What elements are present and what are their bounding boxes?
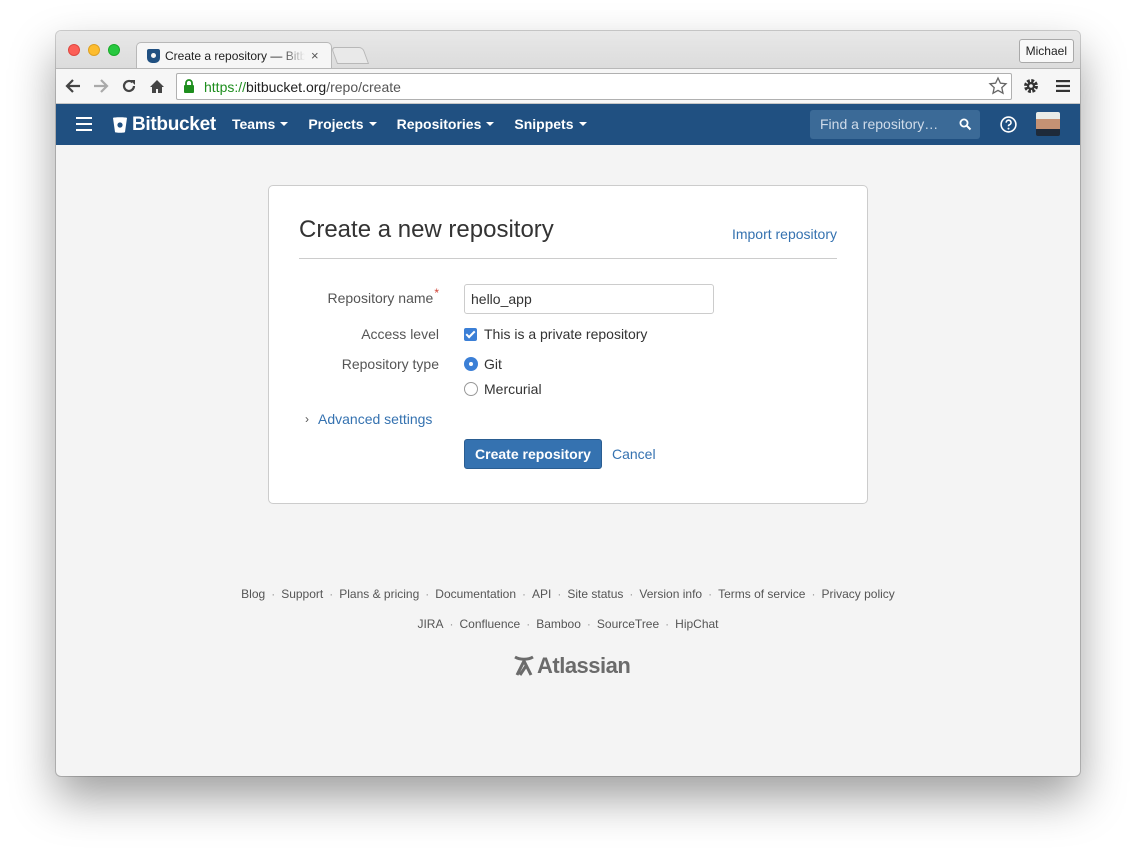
git-radio[interactable] <box>464 357 478 371</box>
repository-name-label: Repository name* <box>327 286 440 306</box>
tab-title: Create a repository — Bitbucket <box>165 48 305 63</box>
main-nav: Teams Projects Repositories Snippets <box>232 116 607 132</box>
nav-snippets[interactable]: Snippets <box>514 116 587 132</box>
private-repository-label[interactable]: This is a private repository <box>484 326 647 342</box>
address-bar[interactable]: https://bitbucket.org/repo/create <box>176 73 1012 100</box>
footer-links-row-2: JIRA · Confluence · Bamboo · SourceTree · HipCha… <box>417 617 719 631</box>
home-icon[interactable] <box>146 75 168 97</box>
nav-repositories[interactable]: Repositories <box>397 116 495 132</box>
browser-window: Create a repository — Bitbucket × Michae… <box>56 31 1080 776</box>
bitbucket-bucket-icon <box>113 117 127 133</box>
footer-link-api[interactable]: API <box>532 587 551 601</box>
user-avatar[interactable] <box>1036 112 1060 136</box>
access-level-label: Access level <box>361 326 439 342</box>
mercurial-option-label[interactable]: Mercurial <box>484 381 542 397</box>
tab-close-icon[interactable]: × <box>311 48 319 63</box>
sidebar-menu-icon[interactable] <box>76 117 92 131</box>
help-icon[interactable] <box>1000 116 1017 133</box>
mercurial-radio[interactable] <box>464 382 478 396</box>
footer-link-documentation[interactable]: Documentation <box>435 587 516 601</box>
tab-strip: Create a repository — Bitbucket × Michae… <box>56 31 1080 68</box>
url-text: https://bitbucket.org/repo/create <box>204 79 401 95</box>
lock-icon <box>184 79 194 93</box>
page-title: Create a new repository <box>299 216 554 243</box>
footer-link-jira[interactable]: JIRA <box>417 617 443 631</box>
required-marker: * <box>434 286 439 300</box>
nav-projects[interactable]: Projects <box>308 116 377 132</box>
import-repository-link[interactable]: Import repository <box>732 226 837 242</box>
footer-link-site-status[interactable]: Site status <box>567 587 623 601</box>
zoom-window-button[interactable] <box>108 44 120 56</box>
footer-link-privacy[interactable]: Privacy policy <box>821 587 894 601</box>
bitbucket-favicon-icon <box>147 48 160 63</box>
footer-link-plans-pricing[interactable]: Plans & pricing <box>339 587 419 601</box>
browser-tab[interactable]: Create a repository — Bitbucket × <box>136 42 332 68</box>
footer-links-row-1: Blog · Support · Plans & pricing · Documentati… <box>241 587 895 601</box>
footer-link-confluence[interactable]: Confluence <box>459 617 520 631</box>
back-icon[interactable] <box>62 75 84 97</box>
advanced-settings-link[interactable]: Advanced settings <box>318 411 432 427</box>
nav-teams[interactable]: Teams <box>232 116 289 132</box>
footer-link-blog[interactable]: Blog <box>241 587 265 601</box>
search-icon[interactable] <box>959 118 972 131</box>
footer-link-version-info[interactable]: Version info <box>639 587 702 601</box>
private-repository-checkbox[interactable] <box>464 328 477 341</box>
bitbucket-logo[interactable]: Bitbucket <box>112 114 216 136</box>
bitbucket-header: Bitbucket Teams Projects Repositories Sn… <box>56 104 1080 145</box>
chevron-right-icon: › <box>305 412 309 426</box>
git-option-label[interactable]: Git <box>484 356 502 372</box>
profile-button[interactable]: Michael <box>1018 39 1074 63</box>
browser-menu-icon[interactable] <box>1052 75 1074 97</box>
footer-link-hipchat[interactable]: HipChat <box>675 617 718 631</box>
title-divider <box>299 258 837 259</box>
atlassian-x-icon <box>514 655 534 676</box>
repository-name-input[interactable] <box>464 284 714 314</box>
create-repository-button[interactable]: Create repository <box>464 439 602 469</box>
cancel-link[interactable]: Cancel <box>612 446 656 462</box>
footer-link-support[interactable]: Support <box>281 587 323 601</box>
footer-link-terms[interactable]: Terms of service <box>718 587 805 601</box>
minimize-window-button[interactable] <box>88 44 100 56</box>
repository-search[interactable] <box>810 110 980 139</box>
browser-toolbar: https://bitbucket.org/repo/create <box>56 68 1080 104</box>
repository-type-label: Repository type <box>341 356 439 372</box>
footer-link-sourcetree[interactable]: SourceTree <box>597 617 659 631</box>
bookmark-star-icon[interactable] <box>988 76 1008 96</box>
new-tab-button[interactable] <box>330 47 370 64</box>
search-input[interactable] <box>820 116 950 132</box>
advanced-settings-toggle[interactable]: › Advanced settings <box>305 411 432 427</box>
close-window-button[interactable] <box>68 44 80 56</box>
settings-gear-icon[interactable] <box>1020 75 1042 97</box>
reload-icon[interactable] <box>118 75 140 97</box>
create-repository-card: Create a new repository Import repositor… <box>268 185 868 504</box>
atlassian-logo[interactable]: Atlassian <box>513 653 631 679</box>
footer-link-bamboo[interactable]: Bamboo <box>536 617 581 631</box>
forward-icon[interactable] <box>90 75 112 97</box>
